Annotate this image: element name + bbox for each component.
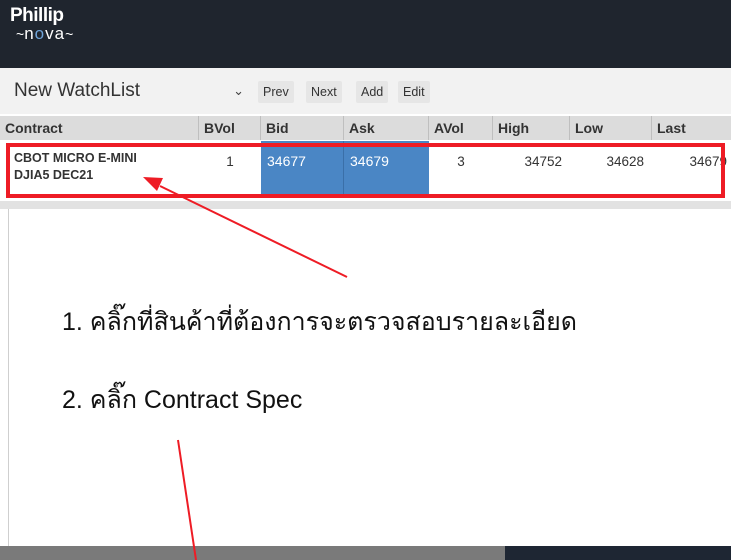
watchlist-grid-header: Contract BVol Bid Ask AVol High Low Last xyxy=(0,116,731,140)
panel-left-border xyxy=(8,209,9,546)
logo-tilde-right: ~ xyxy=(65,26,74,42)
edit-button[interactable]: Edit xyxy=(398,81,430,103)
column-header-low[interactable]: Low xyxy=(570,116,652,140)
logo-tilde-left: ~ xyxy=(16,26,25,42)
column-header-high[interactable]: High xyxy=(493,116,570,140)
avol-cell: 3 xyxy=(457,154,465,169)
watchlist-toolbar: New WatchList ⌄ Prev Next Add Edit xyxy=(0,68,731,114)
logo-phillip-text: Phillip xyxy=(10,5,64,26)
row-divider xyxy=(0,201,731,209)
column-header-contract[interactable]: Contract xyxy=(0,116,199,140)
app-header: Phillip ~ nova ~ xyxy=(0,0,731,68)
column-header-ask[interactable]: Ask xyxy=(344,116,429,140)
logo-nova-text: ~ nova ~ xyxy=(16,24,74,43)
table-row[interactable]: CBOT MICRO E-MINI DJIA5 DEC21 1 34677 34… xyxy=(0,141,731,197)
contract-name-line1: CBOT MICRO E-MINI xyxy=(14,151,137,165)
chevron-down-icon: ⌄ xyxy=(233,83,244,98)
bottom-panel-dark-bar xyxy=(505,546,731,560)
instruction-step-2: 2. คลิ๊ก Contract Spec xyxy=(62,386,303,414)
bottom-panel-bar xyxy=(0,546,505,560)
arrow-to-row-line xyxy=(159,185,348,278)
ask-cell[interactable]: 34679 xyxy=(344,141,429,197)
watchlist-select-value: New WatchList xyxy=(14,80,140,101)
column-header-bvol[interactable]: BVol xyxy=(199,116,261,140)
prev-button[interactable]: Prev xyxy=(258,81,294,103)
arrow-down-line xyxy=(177,439,197,560)
logo-va: va xyxy=(45,24,66,43)
instruction-step-1: 1. คลิ๊กที่สินค้าที่ต้องการจะตรวจสอบรายล… xyxy=(62,308,577,336)
logo-nova: nova xyxy=(24,24,66,43)
column-header-last[interactable]: Last xyxy=(652,116,731,140)
logo-n: n xyxy=(24,24,35,43)
bid-cell[interactable]: 34677 xyxy=(261,141,344,197)
column-header-bid[interactable]: Bid xyxy=(261,116,344,140)
high-cell: 34752 xyxy=(524,154,562,169)
last-cell: 34679 xyxy=(689,154,727,169)
logo-o: o xyxy=(34,24,46,43)
column-header-avol[interactable]: AVol xyxy=(429,116,493,140)
next-button[interactable]: Next xyxy=(306,81,342,103)
add-button[interactable]: Add xyxy=(356,81,389,103)
contract-cell[interactable]: CBOT MICRO E-MINI DJIA5 DEC21 xyxy=(0,141,199,197)
contract-name-line2: DJIA5 DEC21 xyxy=(14,168,94,182)
low-cell: 34628 xyxy=(606,154,644,169)
phillip-nova-logo: Phillip ~ nova ~ xyxy=(10,5,74,43)
bvol-cell: 1 xyxy=(226,154,234,169)
watchlist-select[interactable]: New WatchList ⌄ xyxy=(14,78,250,104)
